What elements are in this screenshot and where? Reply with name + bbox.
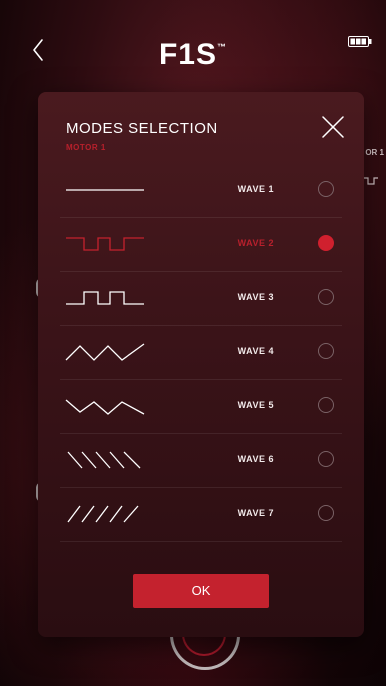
wave-option-label: WAVE 3 [237,292,274,302]
app-screen: F1S™ OR 1 MODES SELECTION MOTOR 1 WAVE 1 [0,0,386,686]
battery-icon [348,36,372,47]
radio-button[interactable] [318,505,334,521]
wave-option-label: WAVE 5 [237,400,274,410]
wave-option-label: WAVE 2 [237,238,274,248]
wave-option-6[interactable]: WAVE 6 [60,434,342,488]
wave-option-4[interactable]: WAVE 4 [60,326,342,380]
wave-option-3[interactable]: WAVE 3 [60,272,342,326]
background-wave-icon [362,177,378,185]
radio-button[interactable] [318,289,334,305]
background-motor-label: OR 1 [365,148,384,157]
radio-button[interactable] [318,181,334,197]
wave-mode-list: WAVE 1 WAVE 2 WAVE 3 WAVE 4 WAVE 5 WAVE … [60,164,342,542]
radio-button[interactable] [318,451,334,467]
trademark-mark: ™ [217,42,228,52]
wave-pulse-low-icon [66,237,144,251]
ok-button[interactable]: OK [133,574,269,608]
dialog-subtitle: MOTOR 1 [66,143,106,152]
brand-logo-text: F1S [158,38,218,71]
wave-sawtooth-up-icon [67,505,139,523]
wave-option-label: WAVE 1 [237,184,274,194]
brand-logo: F1S™ [0,38,386,72]
wave-flat-icon [66,189,144,191]
wave-option-1[interactable]: WAVE 1 [60,164,342,218]
modes-selection-dialog: MODES SELECTION MOTOR 1 WAVE 1 WAVE 2 WA… [38,92,364,637]
wave-option-5[interactable]: WAVE 5 [60,380,342,434]
wave-option-label: WAVE 4 [237,346,274,356]
wave-option-7[interactable]: WAVE 7 [60,488,342,542]
radio-button-selected[interactable] [318,235,334,251]
wave-option-label: WAVE 6 [237,454,274,464]
close-icon[interactable] [320,114,346,140]
wave-option-label: WAVE 7 [237,508,274,518]
wave-triangle-inverted-icon [65,399,145,415]
dialog-title: MODES SELECTION [66,120,218,137]
radio-button[interactable] [318,397,334,413]
wave-option-2[interactable]: WAVE 2 [60,218,342,272]
radio-button[interactable] [318,343,334,359]
wave-triangle-icon [65,343,145,361]
wave-sawtooth-down-icon [67,451,141,469]
wave-pulse-high-icon [66,291,144,305]
